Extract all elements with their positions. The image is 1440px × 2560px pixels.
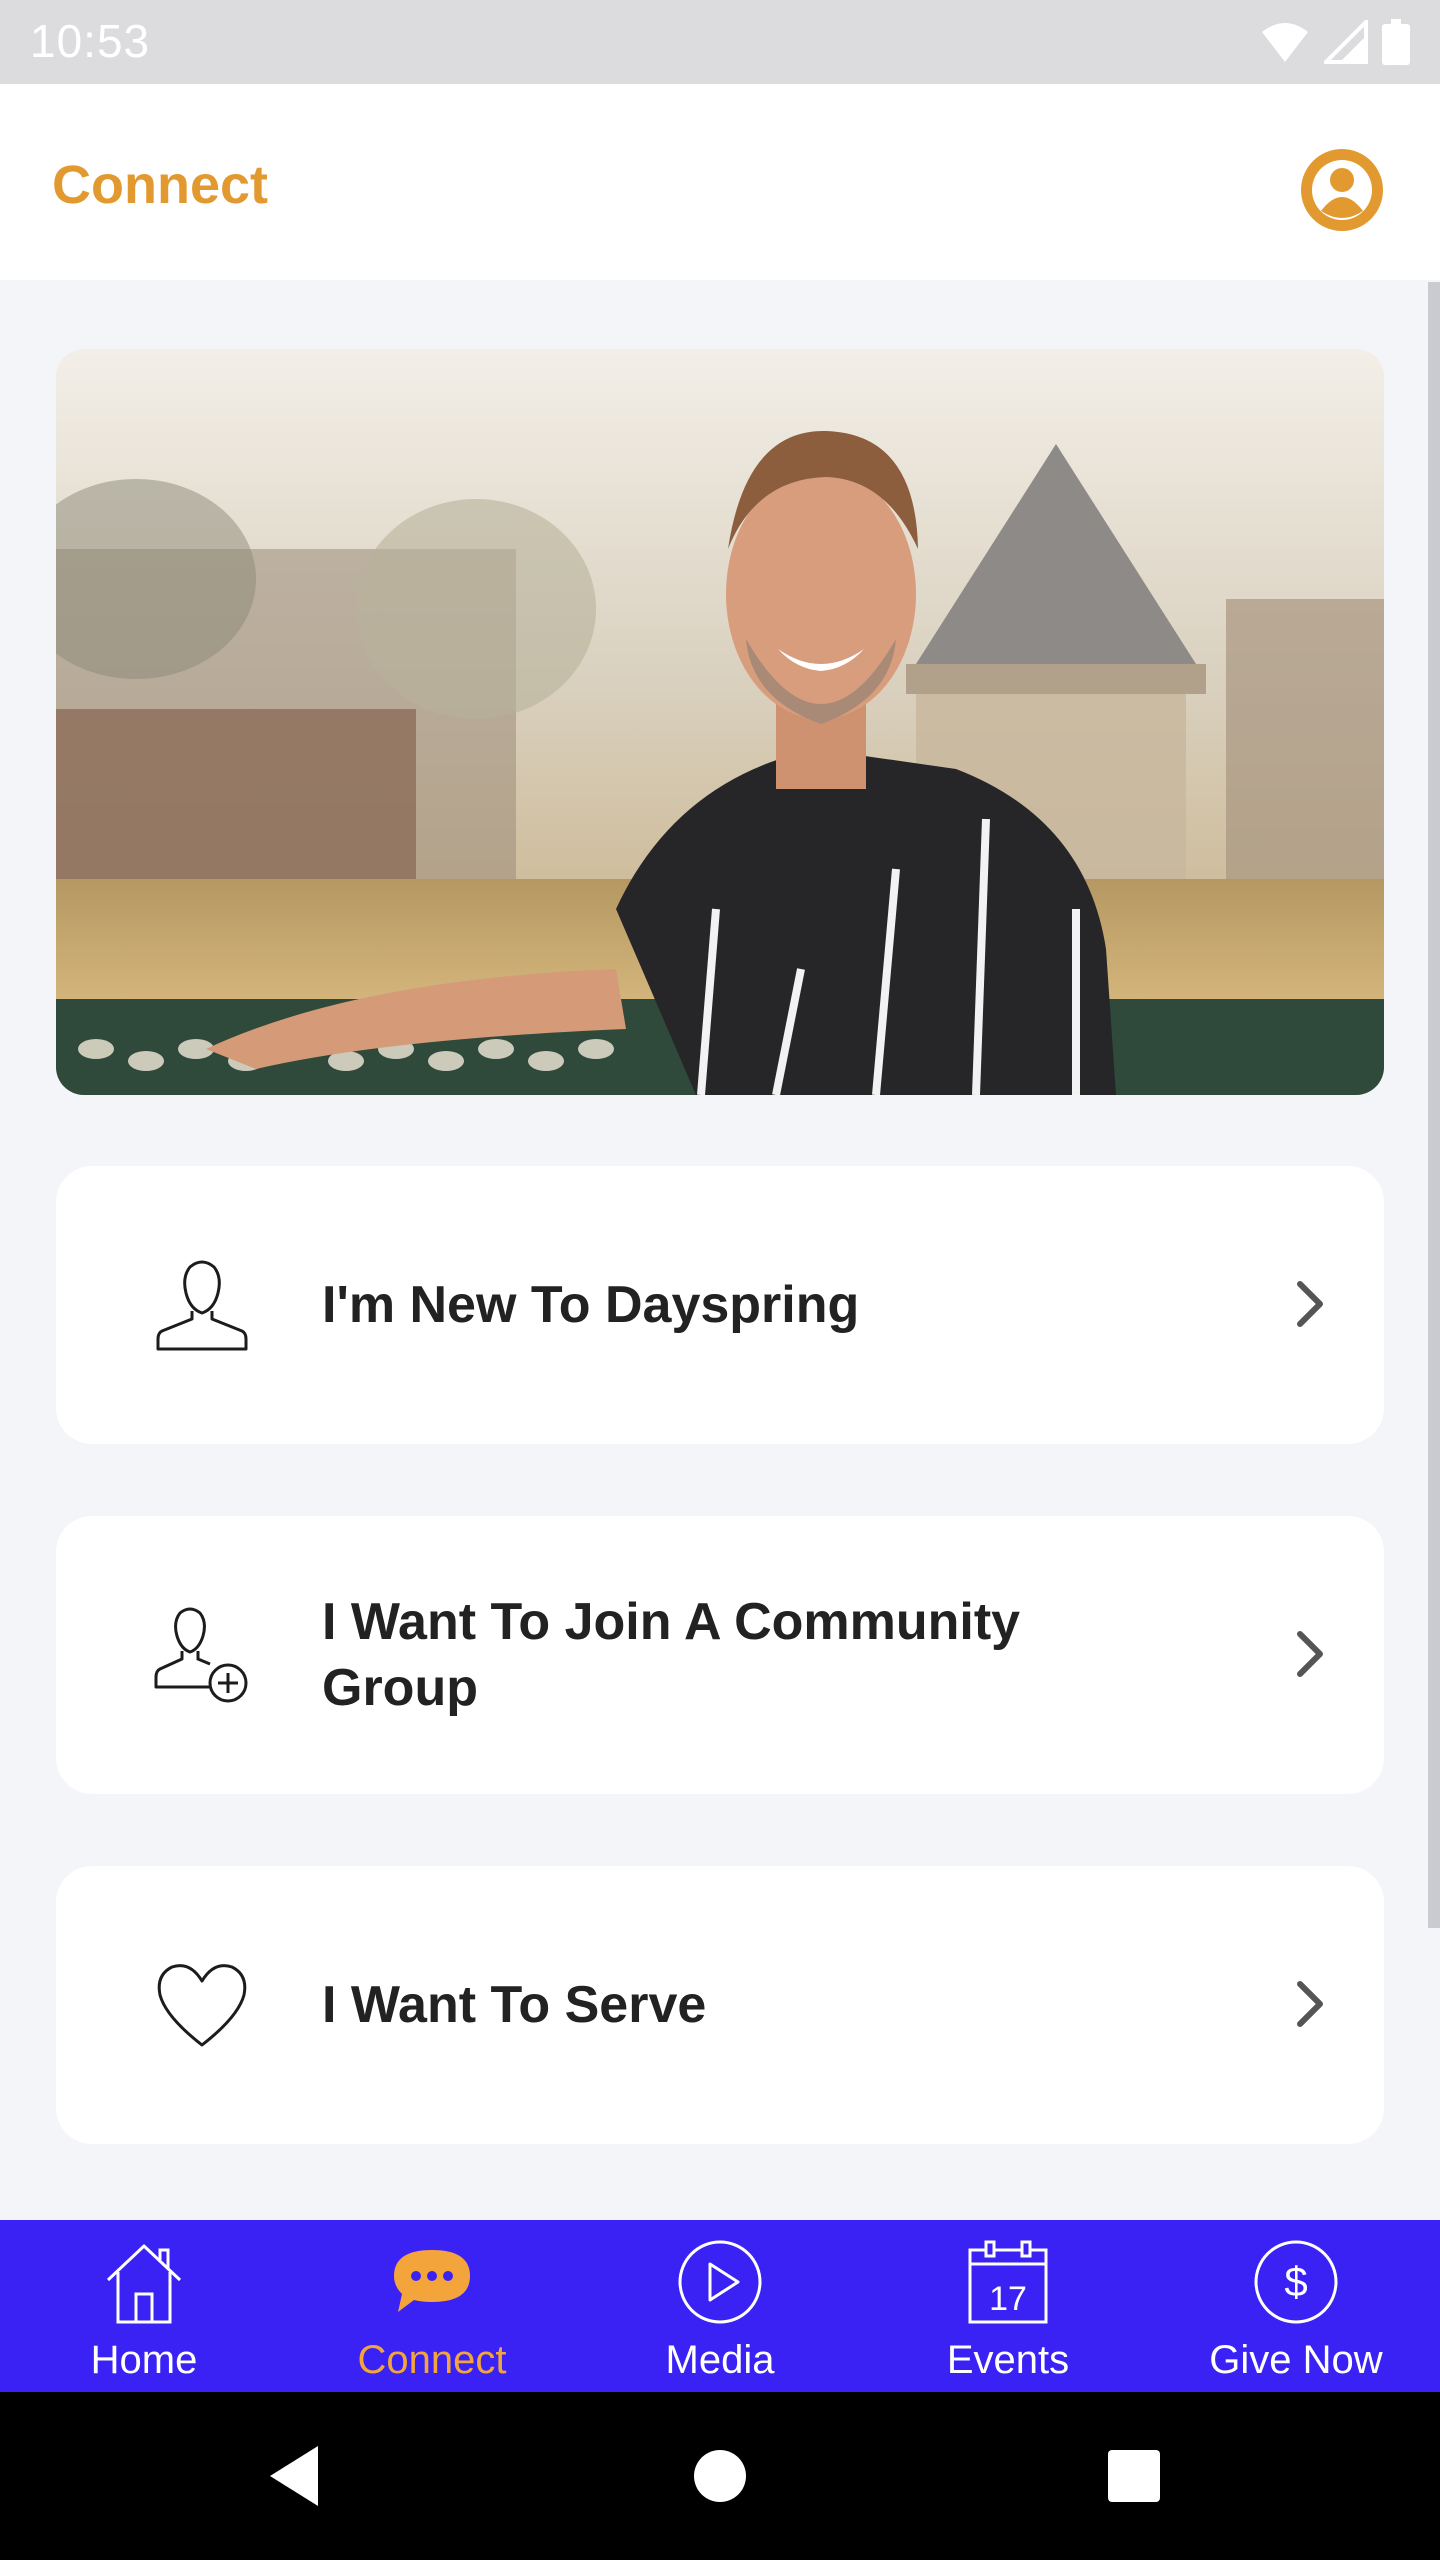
home-icon	[106, 2244, 182, 2324]
nav-item-media[interactable]: Media	[576, 2220, 864, 2392]
want-to-serve-card[interactable]: I Want To Serve	[56, 1866, 1384, 2144]
nav-item-connect[interactable]: Connect	[288, 2220, 576, 2392]
card-label: I'm New To Dayspring	[322, 1276, 860, 1334]
profile-icon[interactable]	[1301, 149, 1383, 231]
card-label: I Want To Join A Community Group	[322, 1593, 1021, 1717]
new-to-dayspring-card[interactable]: I'm New To Dayspring	[56, 1166, 1384, 1444]
join-community-group-card[interactable]: I Want To Join A Community Group	[56, 1516, 1384, 1794]
status-icons	[1260, 18, 1410, 66]
nav-item-give-now[interactable]: $ Give Now	[1152, 2220, 1440, 2392]
chevron-right-icon	[1297, 1631, 1323, 1677]
wifi-icon	[1262, 23, 1308, 62]
back-icon[interactable]	[264, 2440, 336, 2512]
recents-square-icon[interactable]	[1098, 2440, 1170, 2512]
person-add-icon	[154, 1607, 248, 1703]
chat-bubble-icon	[394, 2250, 470, 2312]
nav-label: Events	[946, 2338, 1070, 2382]
play-icon	[678, 2240, 762, 2324]
system-nav-bar	[0, 2392, 1440, 2560]
nav-label: Give Now	[1209, 2338, 1383, 2382]
page-title: Connect	[52, 155, 268, 215]
status-time: 10:53	[30, 15, 151, 67]
dollar-icon: $	[1254, 2240, 1338, 2324]
chevron-right-icon	[1297, 1281, 1323, 1327]
battery-icon	[1382, 19, 1410, 65]
card-label: I Want To Serve	[322, 1976, 707, 2034]
chevron-right-icon	[1297, 1981, 1323, 2027]
bottom-nav: Home Connect Media 17 Events $ Give Now	[0, 2220, 1440, 2392]
scrollbar[interactable]	[1428, 282, 1440, 1928]
svg-text:$: $	[1284, 2258, 1307, 2305]
person-icon	[156, 1260, 248, 1351]
nav-item-events[interactable]: 17 Events	[864, 2220, 1152, 2392]
signal-icon	[1324, 20, 1368, 64]
hero-photo	[56, 349, 1384, 1095]
nav-label: Connect	[357, 2338, 507, 2382]
home-circle-icon[interactable]	[684, 2440, 756, 2512]
heart-icon	[157, 1964, 247, 2047]
calendar-icon: 17	[968, 2240, 1048, 2324]
app-header: Connect	[0, 84, 1440, 280]
nav-item-home[interactable]: Home	[0, 2220, 288, 2392]
status-bar: 10:53	[0, 0, 1440, 84]
nav-label: Home	[90, 2338, 198, 2382]
nav-label: Media	[665, 2338, 775, 2382]
calendar-day: 17	[989, 2280, 1027, 2318]
